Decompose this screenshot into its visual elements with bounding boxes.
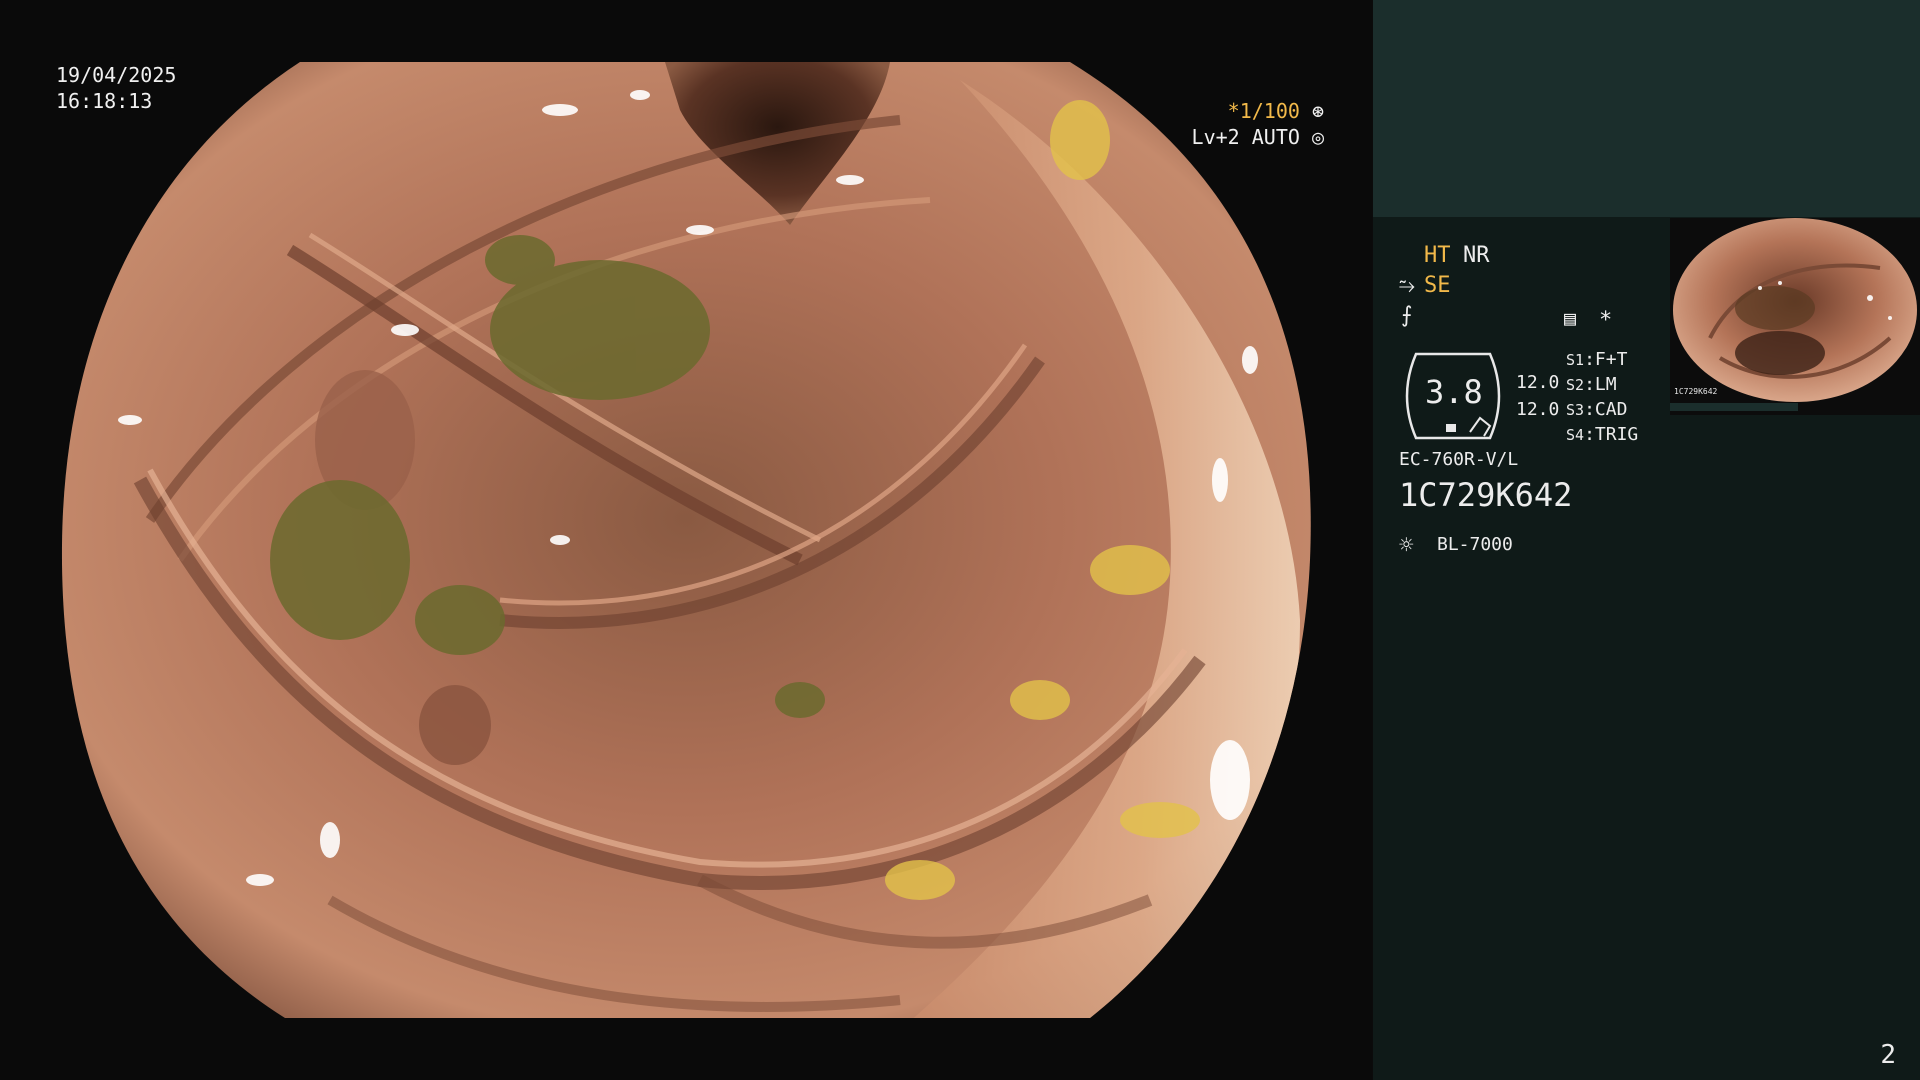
scope-serial: 1C729K642 [1399, 476, 1573, 514]
shutter-speed-text: *1/100 [1227, 99, 1300, 123]
star-marker: * [1599, 308, 1613, 333]
list-icon: ▤ [1564, 306, 1577, 330]
switch-item-s2: S2:LM [1566, 374, 1617, 395]
info-panel: HT NR ⥲ SE ⨍ ▤ * 3.8 12.0 12.0 S1:F+T S2… [1373, 0, 1920, 1080]
thumbnail-bar [1670, 403, 1798, 411]
date-text: 19/04/2025 [56, 63, 177, 87]
ht-label: HT [1424, 243, 1451, 268]
iris-icon: ◎ [1311, 125, 1324, 149]
lamp-icon: ☼ [1399, 531, 1414, 559]
iris-mode-text: Lv+2 AUTO [1191, 125, 1300, 149]
date-time-readout: 19/04/2025 16:18:13 [56, 62, 176, 114]
endoscope-viewport: 19/04/2025 16:18:13 *1/100 ⊛ Lv+2 AUTO ◎ [0, 0, 1372, 1080]
scope-model: EC-760R-V/L [1399, 449, 1519, 470]
nr-label: NR [1463, 243, 1490, 268]
switch-item-s4: S4:TRIG [1566, 424, 1639, 445]
param-2: 12.0 [1516, 399, 1560, 420]
scope-tip-icon: ⥲ [1399, 273, 1415, 297]
page-number: 2 [1880, 1040, 1896, 1070]
aperture-icon: ⊛ [1311, 99, 1324, 123]
switch-item-s1: S1:F+T [1566, 349, 1628, 370]
panel-header-block [1373, 0, 1920, 217]
zoom-value: 3.8 [1425, 373, 1483, 411]
param-1: 12.0 [1516, 372, 1560, 393]
se-label: SE [1424, 273, 1451, 298]
thumbnail-image: 1C729K642 [1673, 218, 1917, 402]
light-source: BL-7000 [1437, 534, 1513, 555]
switch-item-s3: S3:CAD [1566, 399, 1628, 420]
freeze-icon: ⨍ [1401, 303, 1413, 328]
capture-thumbnail[interactable]: 1C729K642 [1670, 218, 1920, 415]
exposure-readout: *1/100 ⊛ Lv+2 AUTO ◎ [1192, 98, 1324, 150]
endoscopic-image [61, 62, 1311, 1018]
time-text: 16:18:13 [56, 89, 153, 113]
thumbnail-serial: 1C729K642 [1674, 387, 1718, 396]
